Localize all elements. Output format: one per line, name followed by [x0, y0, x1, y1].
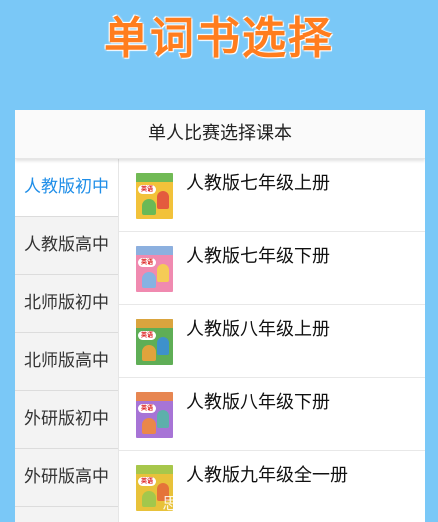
book-row[interactable]: 英语 人教版八年级下册: [119, 378, 425, 451]
book-cover-image: 英语: [136, 319, 173, 365]
book-row[interactable]: 英语 人教版七年级上册: [119, 159, 425, 232]
edition-sidebar: 人教版初中 人教版高中 北师版初中 北师版高中 外研版初中 外研版高中: [15, 159, 118, 522]
sidebar-item-pep-senior[interactable]: 人教版高中: [15, 217, 118, 275]
book-title: 人教版七年级上册: [186, 173, 330, 194]
book-cover-image: 英语: [136, 246, 173, 292]
book-title: 人教版八年级上册: [186, 319, 330, 340]
watermark: 思 • SIXINYI.COM: [162, 494, 298, 513]
book-title: 人教版九年级全一册: [186, 465, 348, 486]
sidebar-item-bnu-senior[interactable]: 北师版高中: [15, 333, 118, 391]
book-row[interactable]: 英语 人教版八年级上册: [119, 305, 425, 378]
sidebar-item-bnu-junior[interactable]: 北师版初中: [15, 275, 118, 333]
book-cover-image: 英语: [136, 173, 173, 219]
page-title: 单词书选择: [104, 13, 334, 64]
book-cover-image: 英语: [136, 392, 173, 438]
book-list: 英语 人教版七年级上册 英语 人教版七年级下册 英语 人教版八年级上册 英语 人…: [118, 159, 425, 522]
book-title: 人教版七年级下册: [186, 246, 330, 267]
book-row[interactable]: 英语 人教版七年级下册: [119, 232, 425, 305]
book-title: 人教版八年级下册: [186, 392, 330, 413]
panel-header: 单人比赛选择课本: [15, 110, 425, 159]
textbook-selection-panel: 单人比赛选择课本 人教版初中 人教版高中 北师版初中 北师版高中 外研版初中 外…: [15, 110, 425, 522]
sidebar-item-fltrp-junior[interactable]: 外研版初中: [15, 391, 118, 449]
sidebar-item-pep-junior[interactable]: 人教版初中: [15, 159, 118, 217]
